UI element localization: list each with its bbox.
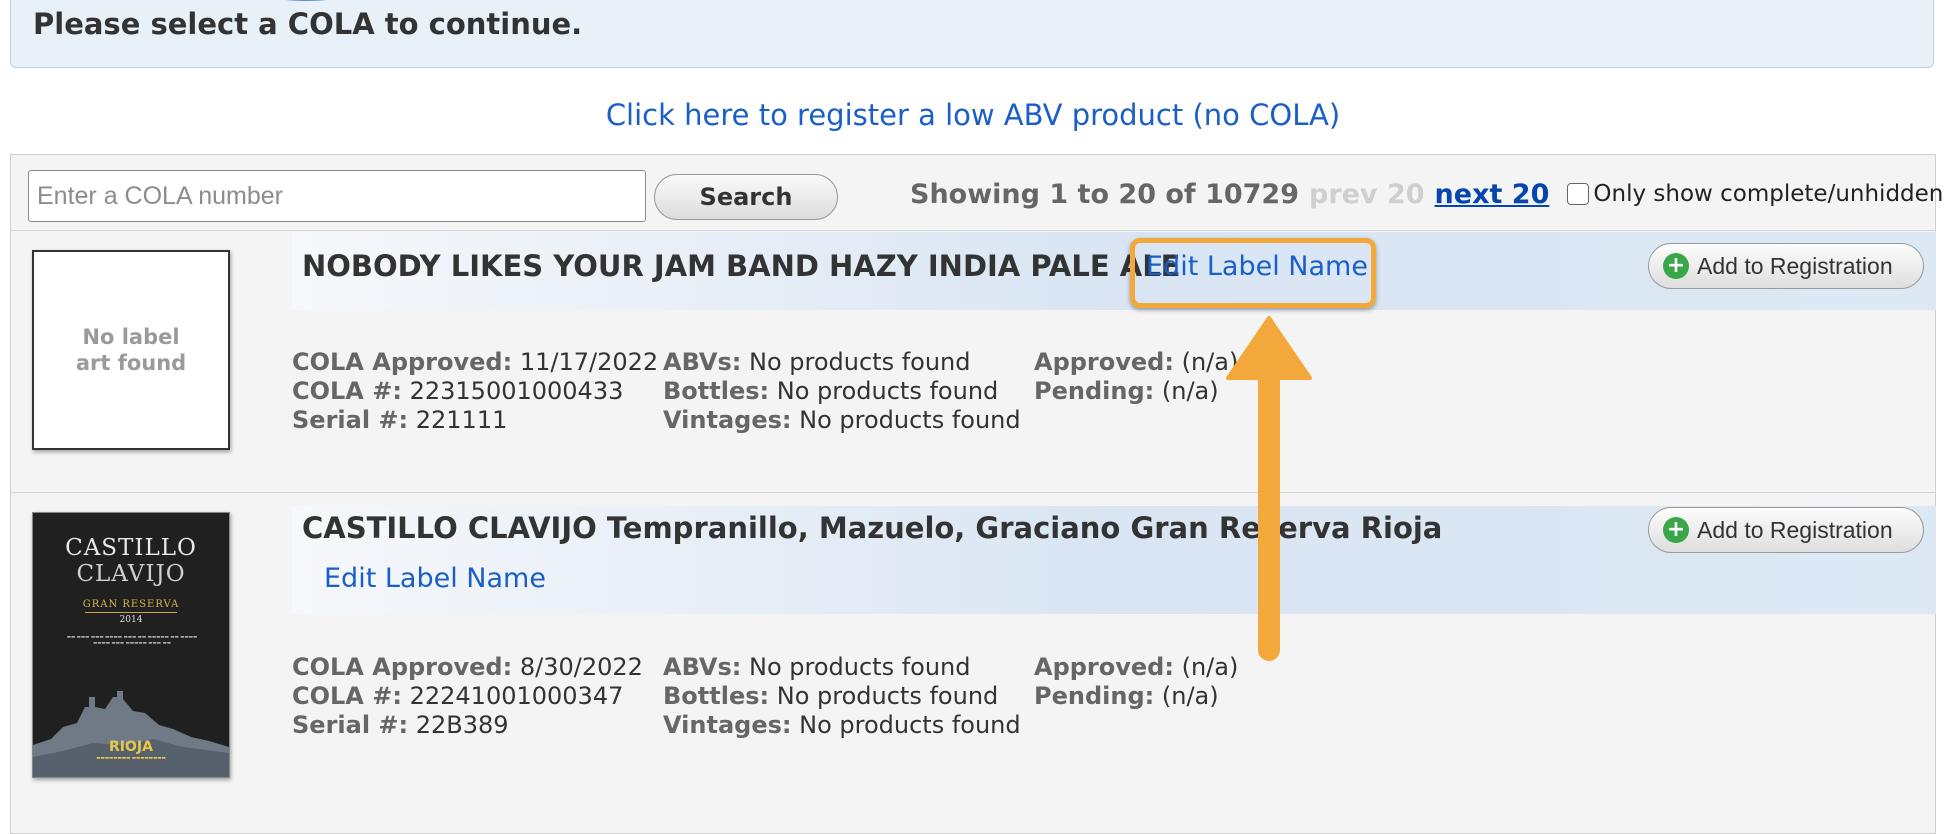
abvs-value: No products found bbox=[749, 348, 971, 376]
abvs-value: No products found bbox=[749, 653, 971, 681]
add-to-registration-button[interactable]: + Add to Registration bbox=[1648, 243, 1924, 289]
cola-approved-key: COLA Approved: bbox=[292, 348, 513, 376]
bottles-key: Bottles: bbox=[663, 377, 770, 405]
cola-approved-value: 11/17/2022 bbox=[519, 348, 659, 376]
serial-value: 221111 bbox=[415, 406, 508, 434]
row-divider bbox=[10, 492, 1936, 493]
complete-labels-filter-label: Only show complete/unhidden labels bbox=[1593, 181, 1946, 207]
cola-approved-key: COLA Approved: bbox=[292, 653, 513, 681]
bottles-value: No products found bbox=[776, 682, 999, 710]
cola-number-key: COLA #: bbox=[292, 682, 402, 710]
bottles-value: No products found bbox=[776, 377, 999, 405]
cola-search-input[interactable] bbox=[28, 170, 646, 222]
art-divider bbox=[85, 612, 177, 613]
art-fine-print: ▬▬ ▬▬▬ ▬▬▬ ▬▬▬▬ ▬▬▬ ▬▬ ▬▬▬▬▬ ▬▬ ▬▬▬▬ ▬▬▬… bbox=[66, 635, 198, 647]
art-brand-line1: CASTILLO bbox=[65, 535, 197, 561]
art-region: RIOJA bbox=[109, 739, 153, 755]
vintages-value: No products found bbox=[799, 406, 1021, 434]
highlight-box bbox=[1130, 238, 1376, 308]
cola-number-value: 22241001000347 bbox=[409, 682, 624, 710]
plus-icon: + bbox=[1663, 253, 1689, 279]
banner-decoration bbox=[241, 0, 371, 1]
cola-approved-value: 8/30/2022 bbox=[519, 653, 643, 681]
abvs-key: ABVs: bbox=[663, 348, 742, 376]
serial-key: Serial #: bbox=[292, 711, 409, 739]
vintages-key: Vintages: bbox=[663, 711, 792, 739]
status-info-column: Approved: (n/a) Pending: (n/a) bbox=[1034, 348, 1238, 406]
serial-value: 22B389 bbox=[415, 711, 509, 739]
complete-labels-checkbox[interactable] bbox=[1567, 183, 1590, 205]
pending-value: (n/a) bbox=[1161, 377, 1219, 405]
label-title: NOBODY LIKES YOUR JAM BAND HAZY INDIA PA… bbox=[302, 249, 1181, 283]
label-thumbnail-image[interactable]: CASTILLO CLAVIJO GRAN RESERVA 2014 ▬▬ ▬▬… bbox=[32, 512, 230, 778]
cola-info-column: COLA Approved: 8/30/2022 COLA #: 2224100… bbox=[292, 653, 643, 740]
product-info-column: ABVs: No products found Bottles: No prod… bbox=[663, 653, 1021, 740]
pending-value: (n/a) bbox=[1161, 682, 1219, 710]
vintages-value: No products found bbox=[799, 711, 1021, 739]
add-to-registration-label: Add to Registration bbox=[1697, 252, 1893, 279]
pending-key: Pending: bbox=[1034, 377, 1155, 405]
no-label-art-text: No label art found bbox=[75, 324, 187, 375]
pending-key: Pending: bbox=[1034, 682, 1155, 710]
art-denomination: ▬▬▬▬▬▬▬▬ ▬▬▬▬▬▬▬▬ bbox=[96, 756, 166, 761]
cola-number-key: COLA #: bbox=[292, 377, 402, 405]
row-divider bbox=[10, 230, 1936, 231]
vintages-key: Vintages: bbox=[663, 406, 792, 434]
edit-label-name-link[interactable]: Edit Label Name bbox=[324, 563, 546, 594]
art-gran-reserva: GRAN RESERVA bbox=[82, 599, 180, 610]
label-thumbnail-placeholder: No label art found bbox=[32, 250, 230, 450]
complete-labels-filter[interactable]: Only show complete/unhidden labels bbox=[1567, 181, 1946, 207]
prev-page-link: prev 20 bbox=[1309, 178, 1425, 210]
approved-key: Approved: bbox=[1034, 348, 1174, 376]
status-info-column: Approved: (n/a) Pending: (n/a) bbox=[1034, 653, 1238, 711]
cola-info-column: COLA Approved: 11/17/2022 COLA #: 223150… bbox=[292, 348, 658, 435]
approved-key: Approved: bbox=[1034, 653, 1174, 681]
annotation-arrow-icon bbox=[1226, 316, 1312, 661]
register-low-abv-link[interactable]: Click here to register a low ABV product… bbox=[0, 98, 1946, 132]
serial-key: Serial #: bbox=[292, 406, 409, 434]
cola-number-value: 22315001000433 bbox=[409, 377, 624, 405]
search-button[interactable]: Search bbox=[654, 174, 838, 220]
notice-text: Please select a COLA to continue. bbox=[33, 7, 583, 41]
next-page-link[interactable]: next 20 bbox=[1435, 179, 1550, 210]
bottles-key: Bottles: bbox=[663, 682, 770, 710]
product-info-column: ABVs: No products found Bottles: No prod… bbox=[663, 348, 1021, 435]
add-to-registration-button[interactable]: + Add to Registration bbox=[1648, 507, 1924, 553]
art-brand-line2: CLAVIJO bbox=[76, 561, 186, 587]
art-year: 2014 bbox=[119, 615, 143, 625]
abvs-key: ABVs: bbox=[663, 653, 742, 681]
notice-banner: Please select a COLA to continue. bbox=[10, 0, 1934, 68]
paging-bar: Showing 1 to 20 of 10729 prev 20 next 20… bbox=[910, 174, 1946, 214]
add-to-registration-label: Add to Registration bbox=[1697, 516, 1893, 543]
plus-icon: + bbox=[1663, 517, 1689, 543]
results-count: Showing 1 to 20 of 10729 bbox=[910, 178, 1300, 210]
